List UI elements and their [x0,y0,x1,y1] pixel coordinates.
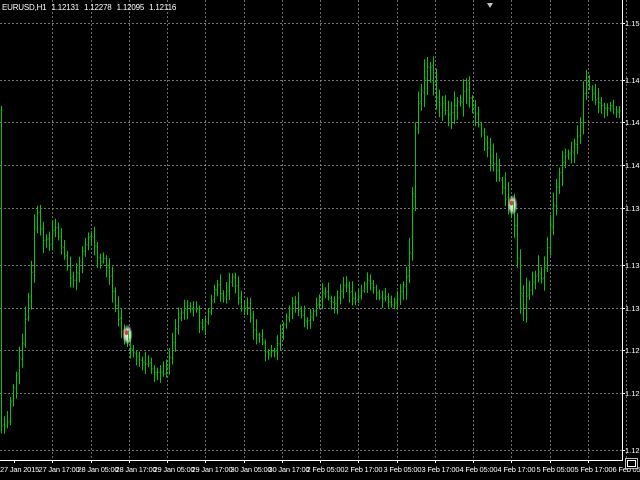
price-chart[interactable] [0,0,640,480]
bar-value: 1.12116 [149,3,177,12]
symbol-name: EURUSD,H1 [2,3,47,12]
time-label: 2 Feb 05:00 [306,465,345,474]
price-label: 1.139 [625,203,640,213]
time-label: 3 Feb 05:00 [383,465,422,474]
price-label: 1.129 [625,345,640,355]
time-label: 29 Jan 17:00 [191,465,233,474]
price-label: 1.132 [625,303,640,313]
time-label: 2 Feb 17:00 [344,465,383,474]
time-label: 27 Jan 2015 [0,465,40,474]
bar-value: 1.12278 [84,3,112,12]
price-label: 1.152 [625,18,640,28]
price-label: 1.122 [625,445,640,455]
time-label: 30 Jan 17:00 [268,465,310,474]
time-label: 3 Feb 17:00 [421,465,460,474]
bar-value: 1.12131 [51,3,79,12]
signal-marker[interactable] [507,195,518,216]
signal-marker-dot [509,200,514,206]
chart-shift-icon[interactable] [487,3,493,8]
signal-marker[interactable] [122,324,133,345]
time-label: 5 Feb 17:00 [574,465,613,474]
chart-window[interactable]: EURUSD,H1 1.12131 1.12278 1.12095 1.1211… [0,0,640,480]
price-label: 1.148 [625,75,640,85]
symbol-info: EURUSD,H1 1.12131 1.12278 1.12095 1.1211… [2,3,179,12]
price-label: 1.145 [625,117,640,127]
trade-markers [122,195,518,345]
time-label: 27 Jan 17:00 [38,465,80,474]
grid-lines [0,0,627,463]
price-label: 1.126 [625,388,640,398]
window-icon [627,460,636,467]
time-label: 30 Jan 05:00 [230,465,272,474]
time-label: 28 Jan 05:00 [77,465,119,474]
autoscroll-button[interactable] [625,458,638,469]
time-label: 4 Feb 05:00 [459,465,498,474]
signal-marker-dot [124,330,129,336]
bar-value: 1.12095 [116,3,145,12]
time-label: 4 Feb 17:00 [497,465,536,474]
price-label: 1.142 [625,160,640,170]
price-label: 1.135 [625,260,640,270]
time-label: 29 Jan 05:00 [153,465,195,474]
time-label: 5 Feb 05:00 [536,465,575,474]
candle-series [0,56,621,434]
time-label: 28 Jan 17:00 [115,465,157,474]
